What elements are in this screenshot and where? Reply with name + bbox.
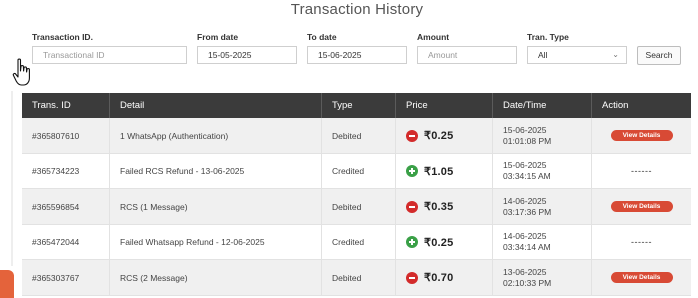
type-cell: Credited <box>322 224 396 260</box>
view-details-button[interactable]: View Details <box>610 272 673 283</box>
price-value: ₹0.70 <box>424 272 454 284</box>
filter-transaction-id: Transaction ID. Transactional ID <box>32 32 187 64</box>
left-divider <box>11 91 13 266</box>
transaction-table: Trans. ID Detail Type Price Date/Time Ac… <box>22 93 691 296</box>
tran-type-label: Tran. Type <box>527 32 569 42</box>
time-value: 03:34:15 AM <box>503 171 551 181</box>
price-value: ₹0.25 <box>424 236 454 249</box>
detail-cell: 1 WhatsApp (Authentication) <box>110 118 322 153</box>
trans-id-cell: #365596854 <box>22 189 110 224</box>
trans-id-cell: #365734223 <box>22 153 110 189</box>
type-cell: Debited <box>322 189 396 224</box>
action-cell: View Details <box>592 260 691 295</box>
no-action-placeholder: ------ <box>631 166 652 176</box>
date-time-cell: 14-06-2025 03:17:36 PM <box>493 189 592 224</box>
filter-bar: Transaction ID. Transactional ID From da… <box>0 32 698 68</box>
filter-from-date: From date 15-05-2025 <box>197 32 297 64</box>
amount-label: Amount <box>417 32 450 42</box>
price-value: ₹0.35 <box>424 201 454 213</box>
time-value: 02:10:33 PM <box>503 277 552 288</box>
from-date-input[interactable]: 15-05-2025 <box>197 46 297 64</box>
side-accent <box>0 270 14 298</box>
price-cell: ₹1.05 <box>396 153 493 189</box>
amount-input[interactable]: Amount <box>417 46 517 64</box>
column-header-price: Price <box>396 93 493 118</box>
detail-cell: Failed RCS Refund - 13-06-2025 <box>110 153 322 189</box>
detail-cell: RCS (2 Message) <box>110 260 322 295</box>
column-header-action: Action <box>602 100 629 111</box>
price-cell: ₹0.25 <box>396 224 493 260</box>
chevron-down-icon: ⌄ <box>612 50 619 59</box>
tran-type-selected: All <box>538 50 548 60</box>
table-row: #365734223 Failed RCS Refund - 13-06-202… <box>22 153 691 189</box>
table-row: #365303767 RCS (2 Message) Debited ₹0.70… <box>22 260 691 296</box>
no-action-placeholder: ------ <box>631 237 652 247</box>
date-time-cell: 14-06-2025 03:34:14 AM <box>493 224 592 260</box>
view-details-button[interactable]: View Details <box>610 130 673 141</box>
from-date-label: From date <box>197 32 239 42</box>
action-cell: ------ <box>592 154 691 189</box>
action-cell: View Details <box>592 118 691 153</box>
minus-circle-icon <box>406 271 418 284</box>
price-cell: ₹0.35 <box>396 189 493 224</box>
time-value: 01:01:08 PM <box>503 135 552 146</box>
detail-cell: RCS (1 Message) <box>110 189 322 224</box>
date-time-cell: 15-06-2025 01:01:08 PM <box>493 118 592 153</box>
plus-circle-icon <box>406 236 418 248</box>
table-header: Trans. ID Detail Type Price Date/Time Ac… <box>22 93 691 118</box>
type-cell: Debited <box>322 118 396 153</box>
price-value: ₹1.05 <box>424 165 454 178</box>
detail-cell: Failed Whatsapp Refund - 12-06-2025 <box>110 224 322 260</box>
filter-amount: Amount Amount <box>417 32 517 64</box>
type-cell: Credited <box>322 153 396 189</box>
minus-circle-icon <box>406 129 418 142</box>
tran-type-select[interactable]: All ⌄ <box>527 46 627 64</box>
search-button[interactable]: Search <box>637 46 681 65</box>
trans-id-cell: #365472044 <box>22 224 110 260</box>
date-time-cell: 15-06-2025 03:34:15 AM <box>493 153 592 189</box>
plus-circle-icon <box>406 165 418 177</box>
time-value: 03:34:14 AM <box>503 242 551 252</box>
transaction-id-input[interactable]: Transactional ID <box>32 46 187 64</box>
date-value: 14-06-2025 <box>503 195 547 206</box>
type-cell: Debited <box>322 260 396 295</box>
date-value: 15-06-2025 <box>503 160 547 170</box>
to-date-input[interactable]: 15-06-2025 <box>307 46 407 64</box>
trans-id-cell: #365807610 <box>22 118 110 153</box>
date-value: 15-06-2025 <box>503 124 547 135</box>
filter-tran-type: Tran. Type All ⌄ <box>527 32 627 64</box>
to-date-label: To date <box>307 32 337 42</box>
date-value: 13-06-2025 <box>503 266 547 277</box>
column-header-type: Type <box>322 93 396 118</box>
action-cell: View Details <box>592 189 691 224</box>
column-header-trans-id: Trans. ID <box>22 93 110 118</box>
table-row: #365807610 1 WhatsApp (Authentication) D… <box>22 118 691 154</box>
column-header-detail: Detail <box>110 93 322 118</box>
view-details-button[interactable]: View Details <box>610 201 673 212</box>
filter-to-date: To date 15-06-2025 <box>307 32 407 64</box>
time-value: 03:17:36 PM <box>503 206 552 217</box>
date-value: 14-06-2025 <box>503 231 547 241</box>
date-time-cell: 13-06-2025 02:10:33 PM <box>493 260 592 295</box>
minus-circle-icon <box>406 200 418 213</box>
page-title: Transaction History <box>290 1 424 18</box>
column-header-date-time: Date/Time <box>493 93 592 118</box>
price-cell: ₹0.70 <box>396 260 493 295</box>
trans-id-cell: #365303767 <box>22 260 110 295</box>
transaction-id-label: Transaction ID. <box>32 32 93 42</box>
hand-pointer-icon <box>12 58 30 86</box>
price-cell: ₹0.25 <box>396 118 493 153</box>
table-row: #365596854 RCS (1 Message) Debited ₹0.35… <box>22 189 691 225</box>
table-row: #365472044 Failed Whatsapp Refund - 12-0… <box>22 224 691 260</box>
action-cell: ------ <box>592 225 691 260</box>
price-value: ₹0.25 <box>424 130 454 142</box>
